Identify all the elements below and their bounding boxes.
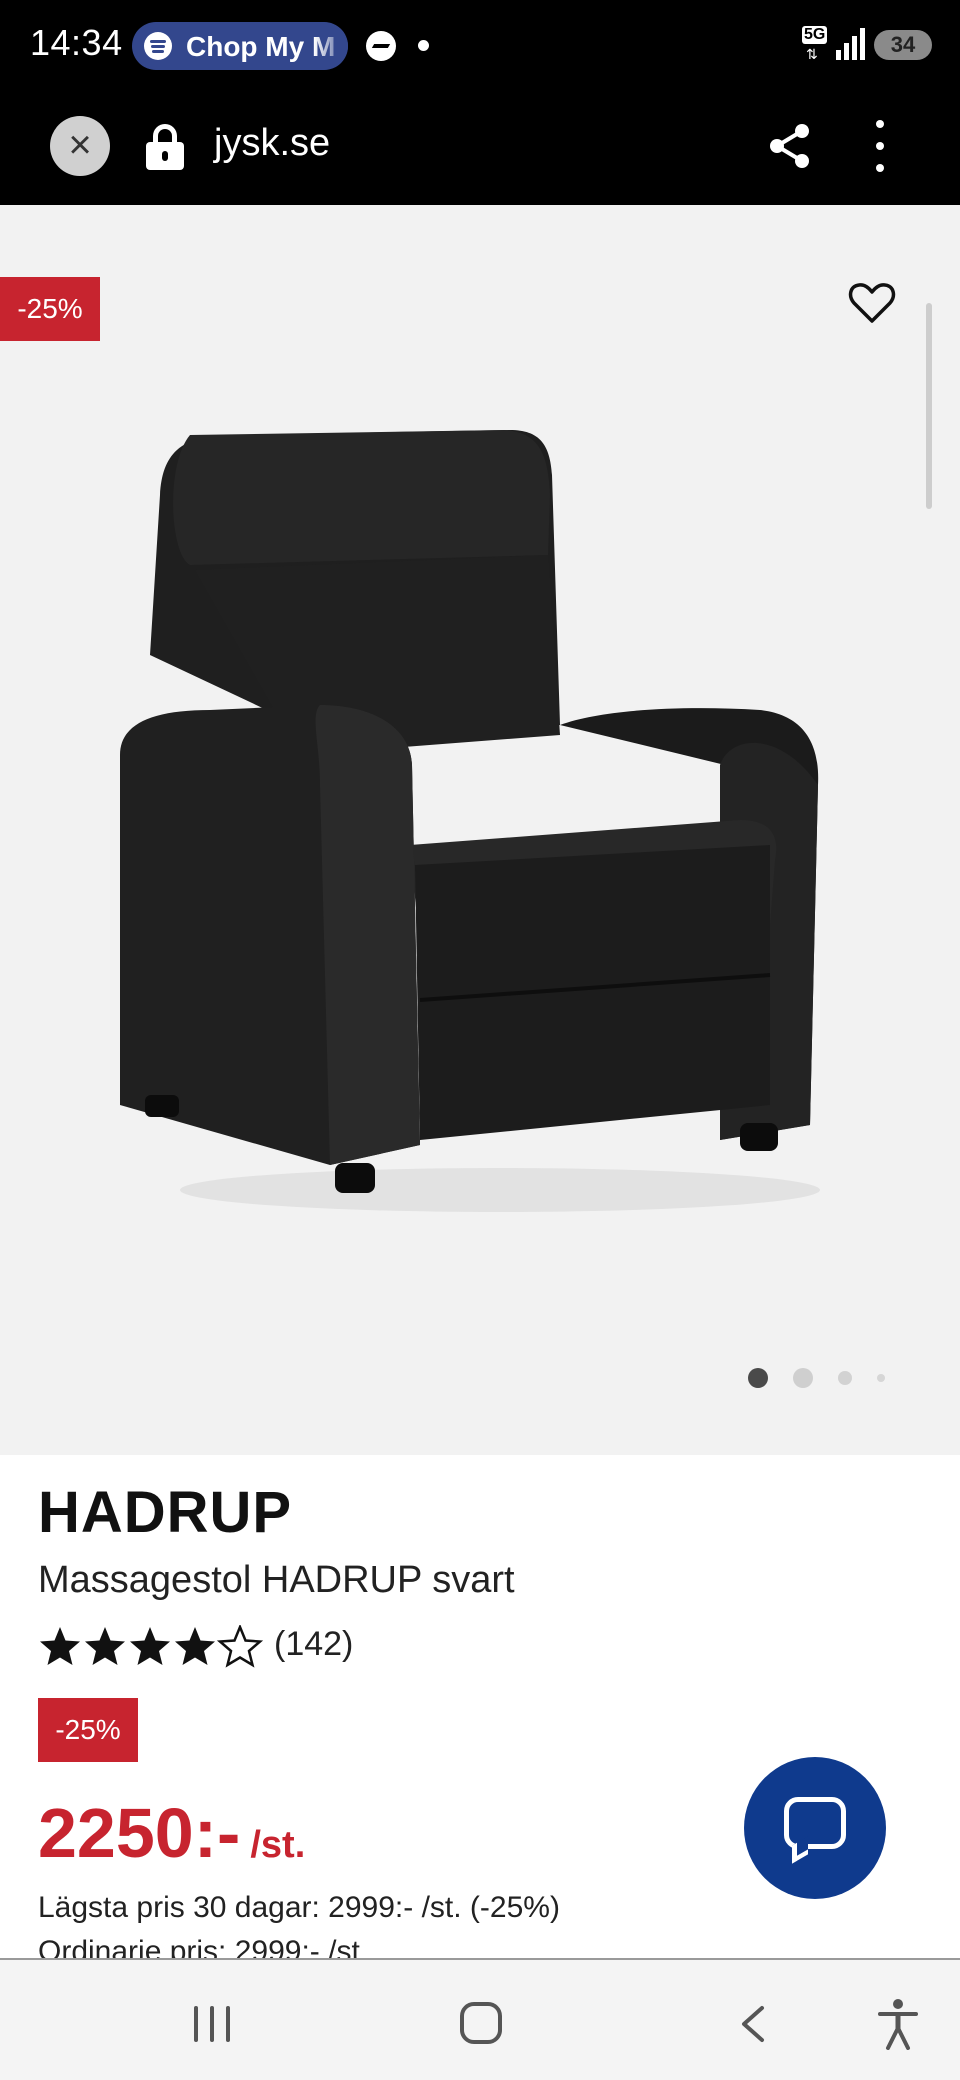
lock-icon[interactable] bbox=[146, 124, 184, 170]
close-icon: × bbox=[68, 123, 92, 167]
pagination-dot-active[interactable] bbox=[748, 1368, 768, 1388]
star-filled-icon bbox=[130, 1627, 170, 1665]
url-text[interactable]: jysk.se bbox=[214, 122, 330, 165]
product-image[interactable] bbox=[120, 405, 840, 1235]
network-type: 5G bbox=[802, 26, 828, 44]
lowest-price-text: Lägsta pris 30 dagar: 2999:- /st. (-25%) bbox=[38, 1891, 560, 1924]
review-count[interactable]: (142) bbox=[274, 1625, 353, 1664]
home-icon[interactable] bbox=[460, 2002, 502, 2044]
regular-price-text: Ordinarie pris: 2999:- /st bbox=[38, 1935, 360, 1958]
close-tab-button[interactable]: × bbox=[50, 116, 110, 176]
share-icon[interactable] bbox=[768, 122, 812, 170]
accessibility-icon[interactable] bbox=[876, 1998, 920, 2050]
browser-toolbar: × jysk.se bbox=[0, 92, 960, 205]
pagination-dot[interactable] bbox=[793, 1368, 813, 1388]
gallery-pagination[interactable] bbox=[740, 1365, 900, 1389]
star-empty-icon bbox=[218, 1625, 262, 1667]
media-pill[interactable]: Chop My M bbox=[132, 22, 348, 70]
battery-indicator: 34 bbox=[874, 30, 932, 60]
pagination-dot[interactable] bbox=[838, 1371, 852, 1385]
chat-button[interactable] bbox=[744, 1757, 886, 1899]
spotify-icon bbox=[144, 32, 172, 60]
status-time: 14:34 bbox=[30, 22, 123, 63]
star-filled-icon bbox=[40, 1627, 80, 1665]
product-name: Massagestol HADRUP svart bbox=[38, 1559, 515, 1601]
more-vertical-icon[interactable] bbox=[872, 120, 888, 172]
product-brand: HADRUP bbox=[38, 1480, 293, 1545]
system-nav-bar bbox=[0, 1958, 960, 2080]
price-amount: 2250:- bbox=[38, 1794, 241, 1872]
status-bar: 14:34 Chop My M 5G ⇅ 34 bbox=[0, 0, 960, 92]
product-gallery[interactable]: -25% bbox=[0, 205, 960, 1455]
price-unit: /st. bbox=[250, 1824, 306, 1866]
notification-dot-icon bbox=[418, 40, 429, 51]
heart-icon[interactable] bbox=[848, 281, 896, 325]
messenger-icon bbox=[366, 31, 396, 61]
product-info: HADRUP Massagestol HADRUP svart (142) -2… bbox=[0, 1455, 960, 1958]
discount-badge: -25% bbox=[38, 1698, 138, 1762]
pagination-dot[interactable] bbox=[877, 1374, 885, 1382]
price: 2250:-/st. bbox=[38, 1793, 305, 1873]
star-filled-icon bbox=[175, 1627, 215, 1665]
gallery-scrollbar[interactable] bbox=[926, 303, 932, 509]
gallery-discount-tag: -25% bbox=[0, 277, 100, 341]
data-arrows-icon: ⇅ bbox=[806, 46, 818, 62]
star-filled-icon bbox=[85, 1627, 125, 1665]
rating-stars[interactable] bbox=[38, 1625, 270, 1669]
chat-bubble-icon bbox=[784, 1797, 846, 1849]
signal-icon bbox=[836, 28, 866, 60]
back-icon[interactable] bbox=[738, 2004, 768, 2044]
media-pill-label: Chop My M bbox=[186, 31, 336, 62]
recent-apps-icon[interactable] bbox=[192, 2006, 232, 2042]
